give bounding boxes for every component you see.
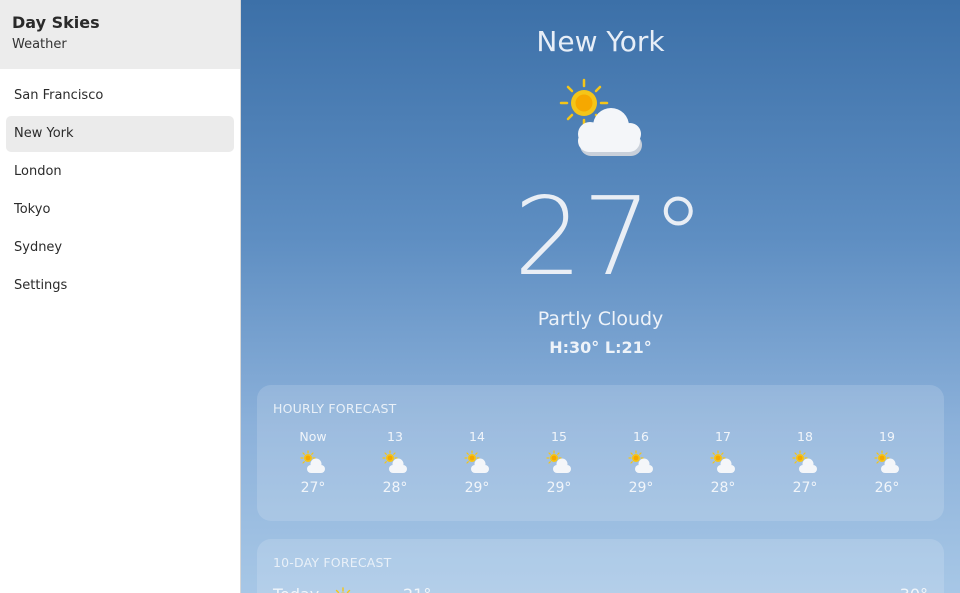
sidebar-header: Day Skies Weather xyxy=(0,0,240,69)
hour-label: 19 xyxy=(879,429,895,444)
hourly-item: 18 27° xyxy=(764,429,846,497)
hour-label: Now xyxy=(299,429,327,444)
partly-cloudy-icon xyxy=(874,450,899,473)
hourly-item: 13 28° xyxy=(354,429,436,497)
hour-temperature: 29° xyxy=(464,480,490,496)
hourly-item: 14 29° xyxy=(436,429,518,497)
sidebar-list: San Francisco New York London Tokyo Sydn… xyxy=(0,69,240,304)
hourly-item: 17 28° xyxy=(682,429,764,497)
hour-temperature: 29° xyxy=(628,480,654,496)
app-subtitle: Weather xyxy=(12,37,67,52)
partly-cloudy-icon xyxy=(559,78,642,156)
sidebar-item-new-york[interactable]: New York xyxy=(6,116,234,152)
app-title: Day Skies xyxy=(12,13,100,32)
day-low-temperature: 21° xyxy=(403,583,431,593)
hour-label: 15 xyxy=(551,429,567,444)
weather-main-panel: New York 27° Partly Cloudy H:30° L:21° H… xyxy=(241,0,960,593)
day-row: Today 21° 30° xyxy=(273,583,928,593)
hour-temperature: 26° xyxy=(874,480,900,496)
hour-label: 16 xyxy=(633,429,649,444)
partly-cloudy-icon xyxy=(382,450,407,473)
hourly-forecast-title: HOURLY FORECAST xyxy=(273,401,397,416)
day-name: Today xyxy=(273,583,319,593)
hour-label: 13 xyxy=(387,429,403,444)
hourly-forecast-card: HOURLY FORECAST Now 27° 13 28° 14 29° 15… xyxy=(257,385,944,521)
sidebar-item-london[interactable]: London xyxy=(6,154,234,190)
current-temperature: 27° xyxy=(513,175,706,300)
hourly-item: Now 27° xyxy=(272,429,354,497)
hour-label: 14 xyxy=(469,429,485,444)
ten-day-forecast-card: 10-DAY FORECAST Today 21° 30° xyxy=(257,539,944,593)
ten-day-forecast-title: 10-DAY FORECAST xyxy=(273,555,392,570)
sidebar-item-san-francisco[interactable]: San Francisco xyxy=(6,78,234,114)
hour-temperature: 28° xyxy=(710,480,736,496)
hour-temperature: 29° xyxy=(546,480,572,496)
partly-cloudy-icon xyxy=(628,450,653,473)
hourly-item: 19 26° xyxy=(846,429,928,497)
partly-cloudy-icon xyxy=(300,450,325,473)
sidebar-item-settings[interactable]: Settings xyxy=(6,268,234,304)
hourly-item: 15 29° xyxy=(518,429,600,497)
sidebar-item-sydney[interactable]: Sydney xyxy=(6,230,234,266)
hour-label: 18 xyxy=(797,429,813,444)
hourly-forecast-list: Now 27° 13 28° 14 29° 15 29° 16 29° 17 2… xyxy=(272,429,933,497)
current-condition: Partly Cloudy xyxy=(537,308,664,330)
city-name: New York xyxy=(536,25,665,58)
sidebar: Day Skies Weather San Francisco New York… xyxy=(0,0,241,593)
hourly-item: 16 29° xyxy=(600,429,682,497)
hour-temperature: 27° xyxy=(792,480,818,496)
day-high-temperature: 30° xyxy=(900,583,928,593)
partly-cloudy-icon xyxy=(792,450,817,473)
partly-cloudy-icon xyxy=(710,450,735,473)
partly-cloudy-icon xyxy=(546,450,571,473)
hour-label: 17 xyxy=(715,429,731,444)
sun-icon xyxy=(335,587,351,593)
high-low-temperature: H:30° L:21° xyxy=(549,338,652,357)
hour-temperature: 28° xyxy=(382,480,408,496)
sidebar-item-tokyo[interactable]: Tokyo xyxy=(6,192,234,228)
hour-temperature: 27° xyxy=(300,480,326,496)
partly-cloudy-icon xyxy=(464,450,489,473)
